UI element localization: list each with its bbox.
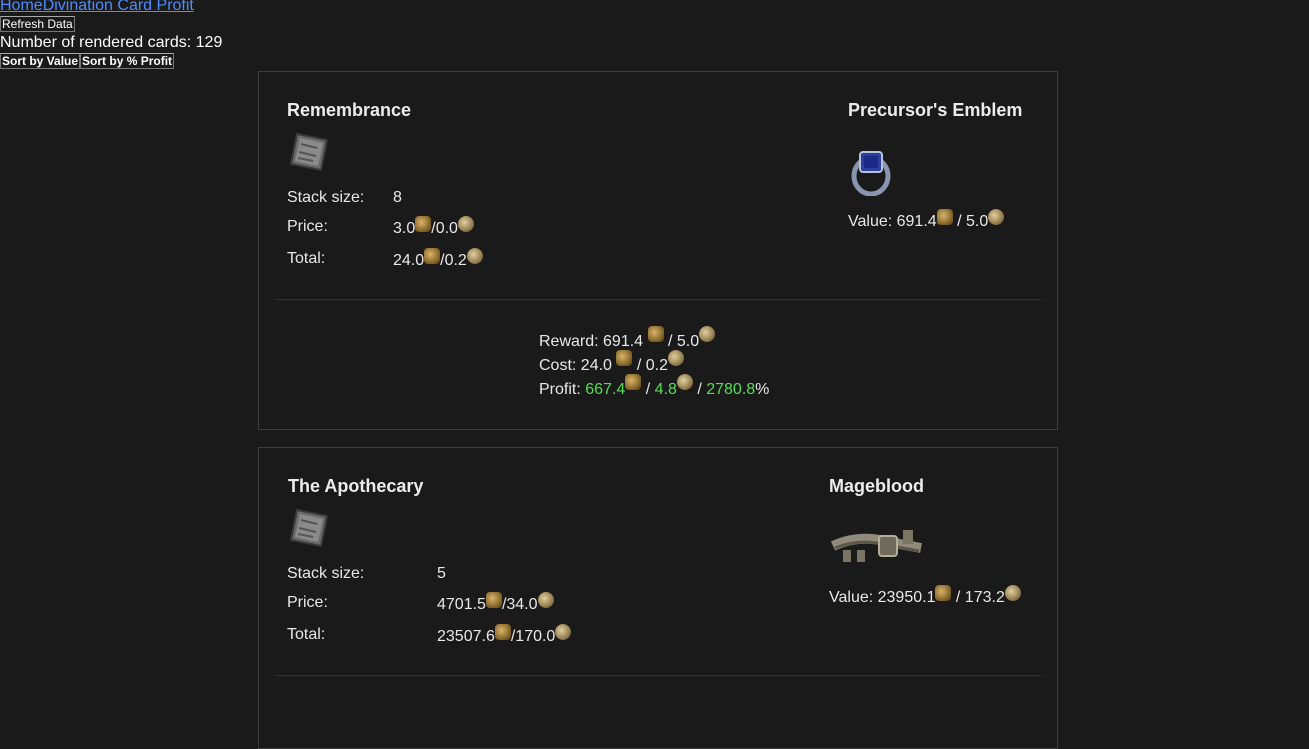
- ring-icon: [850, 148, 892, 201]
- price-div: /34.0: [501, 596, 538, 613]
- chaos-orb-icon: [485, 592, 502, 608]
- cost-div: / 0.2: [632, 357, 668, 374]
- stack-size-value: 8: [393, 189, 402, 206]
- chaos-orb-icon: [415, 216, 432, 232]
- chaos-orb-icon: [616, 350, 633, 366]
- value-chaos: 23950.1: [877, 589, 936, 606]
- stack-size-label: Stack size:: [287, 565, 365, 582]
- price-div: /0.0: [431, 220, 458, 237]
- chaos-orb-icon: [494, 624, 511, 640]
- top-nav: HomeDivination Card Profit: [0, 0, 194, 15]
- divine-orb-icon: [457, 216, 474, 232]
- card-name: The Apothecary: [288, 476, 424, 496]
- reward-value: Value: 691.4 / 5.0: [848, 209, 1005, 231]
- stack-size-value: 5: [437, 565, 446, 582]
- chaos-orb-icon: [935, 585, 952, 601]
- cost-text: Cost: 24.0: [539, 357, 612, 374]
- card-panel: The Apothecary Stack size: 5 Price: 4701…: [258, 447, 1058, 749]
- reward-name: Mageblood: [829, 476, 924, 496]
- reward-value: Value: 23950.1 / 173.2: [829, 585, 1021, 607]
- price-label: Price:: [287, 594, 328, 611]
- reward-div: / 5.0: [663, 333, 700, 350]
- rendered-cards-count: Number of rendered cards: 129: [0, 34, 223, 51]
- price-label: Price:: [287, 218, 328, 235]
- total-label: Total:: [287, 250, 326, 267]
- chaos-orb-icon: [936, 209, 953, 225]
- price-value: 3.0/0.0: [393, 216, 474, 238]
- value-div: / 173.2: [951, 589, 1005, 606]
- divination-card-icon: [287, 130, 331, 179]
- refresh-data-button[interactable]: Refresh Data: [0, 16, 75, 32]
- profit-div: 4.8: [654, 381, 677, 398]
- reward-line: Reward: 691.4 / 5.0: [539, 326, 769, 354]
- divider: [275, 675, 1041, 676]
- price-value: 4701.5/34.0: [437, 592, 554, 614]
- total-value: 24.0/0.2: [393, 248, 483, 270]
- divine-orb-icon: [555, 624, 572, 640]
- divine-orb-icon: [667, 350, 684, 366]
- divination-card-profit-link[interactable]: Divination Card Profit: [43, 0, 194, 14]
- total-chaos: 24.0: [393, 252, 425, 269]
- divination-card-icon: [287, 506, 331, 555]
- chaos-orb-icon: [647, 326, 664, 342]
- profit-summary: Reward: 691.4 / 5.0 Cost: 24.0 / 0.2 Pro…: [539, 326, 770, 402]
- value-label: Value:: [829, 589, 878, 606]
- divine-orb-icon: [466, 248, 483, 264]
- reward-name: Precursor's Emblem: [848, 100, 1023, 120]
- total-div: /170.0: [510, 628, 556, 645]
- total-chaos: 23507.6: [437, 628, 495, 645]
- sort-controls: Sort by Value Sort by % Profit: [0, 53, 175, 69]
- home-link[interactable]: Home: [0, 0, 43, 14]
- belt-icon: [829, 524, 925, 573]
- percent-sign: %: [755, 381, 770, 398]
- value-div: / 5.0: [952, 213, 989, 230]
- value-label: Value:: [848, 213, 897, 230]
- profit-percent: 2780.8: [706, 381, 756, 398]
- divine-orb-icon: [676, 374, 693, 390]
- sort-by-value-button[interactable]: Sort by Value: [0, 53, 81, 69]
- card-panel: Remembrance Stack size: 8 Price: 3.0/0.0…: [258, 71, 1058, 430]
- separator: /: [641, 381, 655, 398]
- stack-size-label: Stack size:: [287, 189, 365, 206]
- total-value: 23507.6/170.0: [437, 624, 572, 646]
- cost-line: Cost: 24.0 / 0.2: [539, 350, 769, 378]
- card-name: Remembrance: [287, 100, 412, 120]
- profit-chaos: 667.4: [585, 381, 626, 398]
- price-chaos: 4701.5: [437, 596, 486, 613]
- profit-line: Profit: 667.4 / 4.8 / 2780.8%: [539, 374, 770, 402]
- divine-orb-icon: [1004, 585, 1021, 601]
- divine-orb-icon: [988, 209, 1005, 225]
- value-chaos: 691.4: [896, 213, 937, 230]
- total-div: /0.2: [440, 252, 467, 269]
- reward-text: Reward: 691.4: [539, 333, 644, 350]
- price-chaos: 3.0: [393, 220, 416, 237]
- separator: /: [692, 381, 707, 398]
- chaos-orb-icon: [424, 248, 441, 264]
- sort-by-profit-button[interactable]: Sort by % Profit: [80, 53, 175, 69]
- divider: [275, 299, 1041, 300]
- divine-orb-icon: [537, 592, 554, 608]
- total-label: Total:: [287, 626, 326, 643]
- profit-label: Profit:: [539, 381, 586, 398]
- chaos-orb-icon: [625, 374, 642, 390]
- divine-orb-icon: [699, 326, 716, 342]
